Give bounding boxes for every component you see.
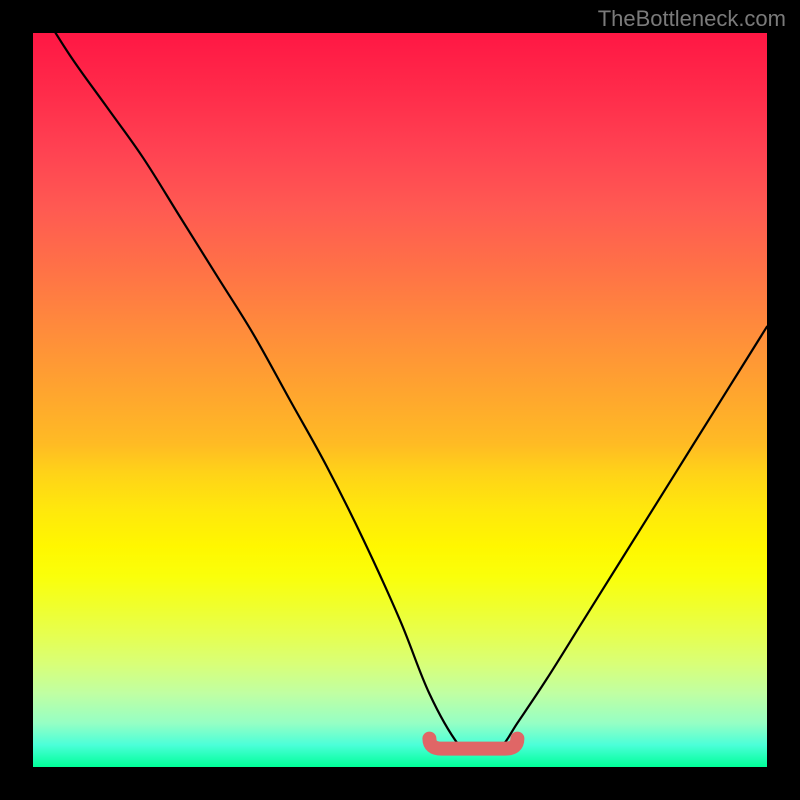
watermark-text: TheBottleneck.com [598,6,786,32]
chart-svg [33,33,767,767]
bottleneck-curve [33,33,767,753]
minimum-highlight [429,739,517,749]
chart-background-gradient [33,33,767,767]
